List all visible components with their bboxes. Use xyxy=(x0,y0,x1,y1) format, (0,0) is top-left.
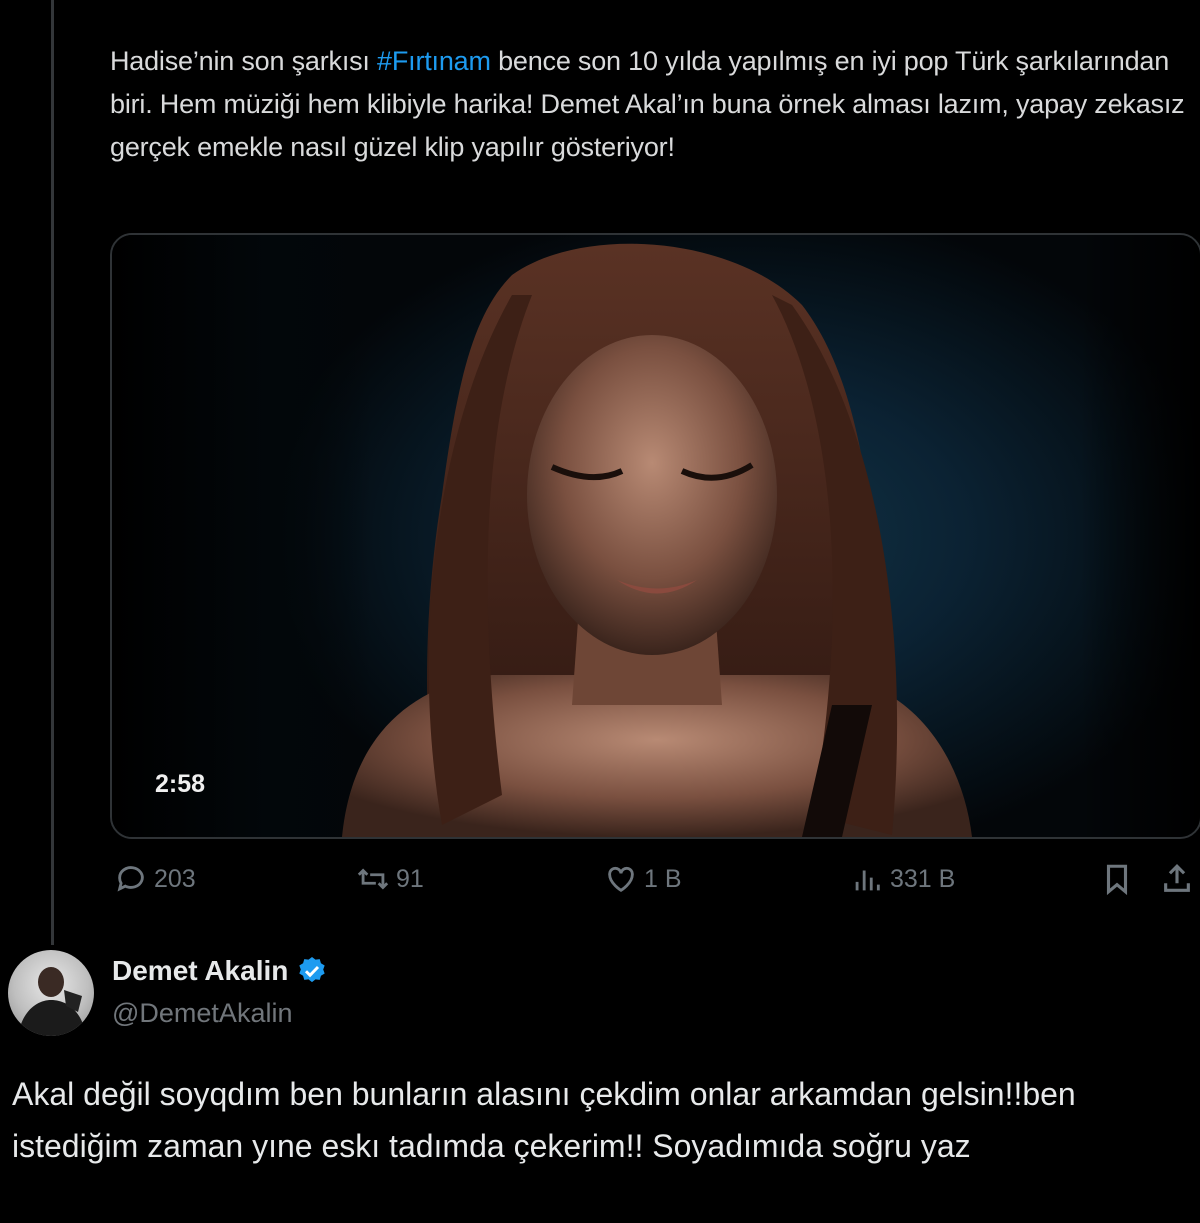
reply-author[interactable]: Demet Akalin xyxy=(112,955,328,987)
video-media[interactable] xyxy=(110,233,1200,839)
hashtag-link[interactable]: #Fırtınam xyxy=(377,46,491,76)
retweet-icon xyxy=(357,868,389,890)
bookmark-icon xyxy=(1106,864,1128,896)
retweet-button[interactable]: 91 xyxy=(356,862,424,896)
like-button[interactable]: 1 B xyxy=(604,862,682,896)
tweet-actions-bar: 203 91 1 B 331 B xyxy=(110,862,1200,906)
views-icon xyxy=(855,870,880,891)
reply-button[interactable]: 203 xyxy=(114,862,196,896)
author-avatar[interactable] xyxy=(8,950,94,1036)
verified-badge-icon xyxy=(299,957,326,983)
author-handle[interactable]: @DemetAkalin xyxy=(112,998,292,1029)
avatar-figure xyxy=(18,967,86,1036)
reply-icon xyxy=(117,866,144,892)
share-button[interactable] xyxy=(1160,862,1194,896)
bookmark-button[interactable] xyxy=(1100,862,1134,896)
reply-count: 203 xyxy=(154,864,196,893)
tweet-text: Hadise’nin son şarkısı #Fırtınam bence s… xyxy=(110,46,1185,162)
video-thumbnail-figure xyxy=(342,243,972,837)
author-name: Demet Akalin xyxy=(112,955,289,986)
thread-connector-line xyxy=(51,0,54,945)
reply-text: Akal değil soyqdım ben bunların alasını … xyxy=(12,1076,1076,1164)
share-icon xyxy=(1164,864,1190,892)
views-count: 331 B xyxy=(890,864,956,893)
like-icon xyxy=(608,866,634,893)
like-count: 1 B xyxy=(644,864,682,893)
video-duration: 2:58 xyxy=(155,770,206,798)
retweet-count: 91 xyxy=(396,864,424,893)
views-button[interactable]: 331 B xyxy=(850,862,955,896)
